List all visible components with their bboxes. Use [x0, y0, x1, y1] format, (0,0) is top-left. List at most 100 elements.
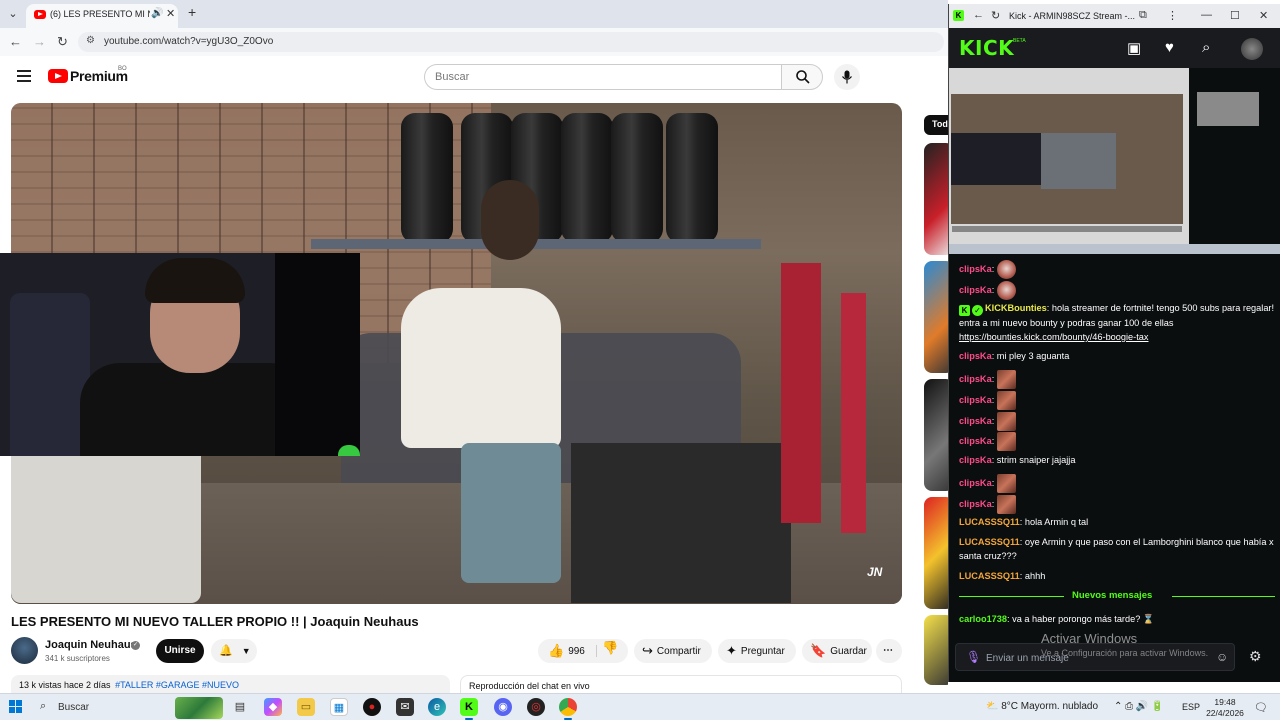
mail-icon[interactable]: ✉ — [396, 698, 414, 716]
user-avatar[interactable] — [1241, 38, 1263, 60]
kick-app-icon[interactable]: K — [460, 698, 478, 720]
minimize-icon[interactable]: — — [1201, 9, 1212, 21]
recommended-thumbnail[interactable] — [924, 615, 948, 685]
close-icon[interactable]: ✕ — [1259, 9, 1268, 22]
ask-button[interactable]: ✦ Preguntar — [718, 639, 796, 663]
share-icon: ↪ — [642, 643, 653, 658]
taskbar-search-box[interactable]: ⌕ Buscar — [30, 694, 224, 721]
new-tab-icon[interactable]: + — [188, 4, 196, 20]
chat-message: clipsKa: — [959, 432, 1275, 451]
maximize-icon[interactable]: ☐ — [1230, 9, 1240, 22]
language-indicator[interactable]: ESP — [1182, 702, 1200, 712]
chat-username[interactable]: clipsKa — [959, 374, 992, 384]
emoji-icon[interactable]: ☺ — [1216, 650, 1228, 664]
search-icon[interactable]: ⌕ — [1202, 39, 1210, 56]
task-view-icon[interactable]: ▤ — [231, 698, 249, 716]
chat-username[interactable]: clipsKa — [959, 478, 992, 488]
voice-search-button[interactable] — [834, 64, 860, 90]
kick-stream-player[interactable] — [949, 68, 1280, 254]
chat-username[interactable]: LUCASSSQ11 — [959, 517, 1020, 527]
chat-username[interactable]: carloo1738 — [959, 614, 1007, 624]
recommended-thumbnail[interactable] — [924, 379, 948, 491]
chat-emote-icon[interactable] — [996, 432, 1016, 451]
like-count: 996 — [568, 646, 585, 657]
tab-search-icon[interactable]: ⌄ — [4, 5, 22, 23]
save-button[interactable]: 🔖 Guardar — [802, 639, 872, 663]
chat-username[interactable]: clipsKa — [959, 351, 992, 361]
channel-name[interactable]: Joaquin Neuhaus — [45, 639, 137, 651]
chat-emote-icon[interactable] — [996, 495, 1016, 514]
description-box[interactable]: 13 k vistas hace 2 días #TALLER #GARAGE … — [11, 675, 450, 693]
filter-chip-all[interactable]: Tod — [924, 115, 948, 135]
chat-username[interactable]: clipsKa — [959, 395, 992, 405]
search-button[interactable] — [781, 64, 823, 90]
windows-start-icon[interactable] — [9, 700, 23, 714]
reload-icon[interactable]: ↻ — [57, 34, 68, 50]
back-icon[interactable]: ← — [9, 34, 22, 49]
search-input[interactable] — [424, 64, 782, 90]
chat-username[interactable]: KICKBounties — [985, 303, 1047, 313]
join-button[interactable]: Unirse — [156, 639, 204, 663]
app-icon[interactable]: ● — [363, 698, 381, 716]
extensions-icon[interactable]: ⧉ — [1139, 9, 1147, 22]
chat-link[interactable]: https://bounties.kick.com/bounty/46-boog… — [959, 332, 1148, 342]
taskbar-clock[interactable]: 19:48 22/4/2026 — [1203, 697, 1247, 719]
back-icon[interactable]: ← — [973, 9, 984, 21]
file-explorer-icon[interactable]: ▭ — [297, 698, 315, 716]
tab-youtube[interactable]: (6) LES PRESENTO MI NUEVO 🔊 ✕ — [26, 4, 178, 28]
chat-username[interactable]: clipsKa — [959, 416, 992, 426]
site-info-icon[interactable]: ⚙ — [86, 35, 95, 46]
chat-emote-icon[interactable] — [996, 474, 1016, 493]
notification-icon[interactable]: 🗨 — [1254, 701, 1268, 714]
chrome-icon[interactable] — [559, 698, 577, 720]
notifications-button[interactable]: 🔔 ▼ — [211, 639, 257, 663]
edge-icon[interactable]: e — [428, 698, 446, 716]
obs-icon[interactable]: ◎ — [527, 698, 545, 716]
copilot-icon[interactable]: ◆ — [264, 698, 282, 716]
chat-username[interactable]: LUCASSSQ11 — [959, 571, 1020, 581]
thumbs-down-icon[interactable]: 👎 — [602, 640, 618, 656]
following-heart-icon[interactable]: ♥ — [1165, 39, 1174, 56]
chat-emote-icon[interactable] — [996, 370, 1016, 389]
reload-icon[interactable]: ↻ — [991, 9, 1000, 22]
microphone-icon[interactable]: 🎙 — [966, 650, 981, 664]
chat-username[interactable]: clipsKa — [959, 499, 992, 509]
discord-icon[interactable]: ◉ — [494, 698, 512, 716]
recommended-thumbnail[interactable] — [924, 143, 948, 255]
chat-username[interactable]: clipsKa — [959, 436, 992, 446]
channel-avatar[interactable] — [11, 637, 38, 664]
chat-emote-icon[interactable] — [996, 412, 1016, 431]
chat-emote-icon[interactable] — [996, 260, 1016, 279]
chat-username[interactable]: clipsKa — [959, 455, 992, 465]
forward-icon[interactable]: → — [33, 34, 46, 49]
recommended-thumbnail[interactable] — [924, 497, 948, 609]
chat-username[interactable]: clipsKa — [959, 285, 992, 295]
url-field[interactable]: ⚙ youtube.com/watch?v=ygU3O_Z0Ovo — [78, 32, 944, 52]
youtube-logo-icon[interactable] — [48, 69, 68, 83]
kebab-menu-icon[interactable]: ⋮ — [1167, 9, 1178, 22]
taskbar-search-label: Buscar — [58, 702, 90, 713]
store-icon[interactable]: ▦ — [330, 698, 348, 716]
hashtags[interactable]: #TALLER #GARAGE #NUEVO — [115, 680, 239, 690]
chat-text: strim snaiper jajajja — [996, 455, 1076, 465]
share-button[interactable]: ↪ Compartir — [634, 639, 712, 663]
chat-emote-icon[interactable] — [996, 281, 1016, 300]
thumbs-up-icon: 👍 — [548, 643, 565, 658]
kick-logo[interactable]: KICK — [959, 36, 1014, 60]
chat-settings-gear-icon[interactable]: ⚙ — [1249, 648, 1262, 665]
more-actions-button[interactable]: ⋯ — [876, 639, 902, 663]
chat-replay-panel[interactable]: Reproducción del chat en vivo — [460, 675, 902, 693]
chat-username[interactable]: LUCASSSQ11 — [959, 537, 1020, 547]
system-tray[interactable]: ⌃ ⎙ 🔊 🔋 — [1114, 701, 1164, 712]
chat-username[interactable]: clipsKa — [959, 264, 992, 274]
chat-emote-icon[interactable] — [996, 391, 1016, 410]
speaker-icon[interactable]: 🔊 — [151, 8, 163, 19]
chat-text: mi pley 3 aguanta — [996, 351, 1070, 361]
browse-icon[interactable]: ▣ — [1127, 39, 1141, 57]
kick-favicon-icon: K — [953, 10, 964, 21]
recommended-thumbnail[interactable] — [924, 261, 948, 373]
new-messages-divider[interactable]: Nuevos mensajes — [959, 590, 1275, 604]
tab-close-icon[interactable]: ✕ — [166, 7, 175, 20]
weather-widget[interactable]: ⛅ 8°C Mayorm. nublado — [986, 701, 1098, 712]
menu-icon[interactable] — [17, 70, 31, 82]
